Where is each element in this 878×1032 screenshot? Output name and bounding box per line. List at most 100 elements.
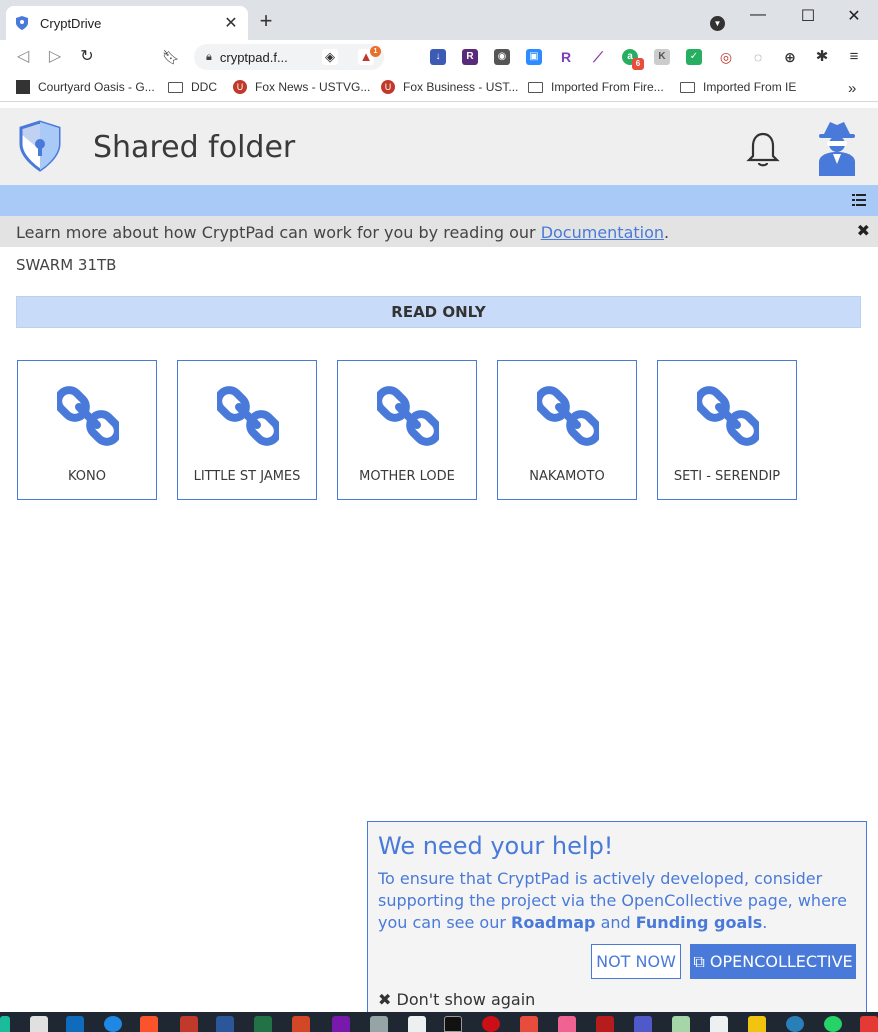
cryptpad-logo-icon[interactable] xyxy=(18,120,62,172)
word-icon[interactable] xyxy=(216,1016,234,1032)
bookmark-label: DDC xyxy=(191,80,217,94)
shared-link-tile[interactable]: SETI - SERENDIP xyxy=(657,360,797,500)
opera-icon[interactable] xyxy=(482,1016,500,1032)
external-link-icon: ⧉ xyxy=(693,952,710,971)
bookmark-label: Fox Business - UST... xyxy=(403,80,519,94)
not-now-button[interactable]: NOT NOW xyxy=(591,944,681,979)
tab-search-icon[interactable]: ▼ xyxy=(710,16,725,31)
app-icon[interactable] xyxy=(860,1016,878,1032)
close-icon[interactable]: ✖ xyxy=(857,221,870,241)
teams-icon[interactable] xyxy=(634,1016,652,1032)
bookmark-folder[interactable]: Imported From IE xyxy=(680,80,796,94)
address-bar[interactable]: 🔒︎ cryptpad.f... xyxy=(194,44,384,70)
r-purple-extension-icon[interactable]: R xyxy=(558,49,574,65)
ustvgo-icon: U xyxy=(381,80,395,94)
feather-extension-icon[interactable]: ⟋ xyxy=(590,49,606,65)
tile-label: MOTHER LODE xyxy=(359,469,455,484)
taskbar-app-icon[interactable] xyxy=(0,1016,10,1032)
cryptpad-favicon-icon xyxy=(16,16,28,30)
info-period: . xyxy=(664,223,670,242)
forward-icon[interactable]: ▷ xyxy=(44,46,66,68)
tab-close-icon[interactable]: ✕ xyxy=(222,13,240,33)
tile-label: KONO xyxy=(67,469,106,484)
folder-icon xyxy=(528,81,543,93)
excel-icon[interactable] xyxy=(254,1016,272,1032)
store-icon[interactable] xyxy=(30,1016,48,1032)
r-extension-icon[interactable]: R xyxy=(462,49,478,65)
app-icon[interactable] xyxy=(180,1016,198,1032)
shared-link-tile[interactable]: MOTHER LODE xyxy=(337,360,477,500)
shared-link-tile[interactable]: NAKAMOTO xyxy=(497,360,637,500)
breadcrumb[interactable]: SWARM 31TB xyxy=(16,256,116,274)
dont-show-label: Don't show again xyxy=(396,990,536,1009)
tab-title: CryptDrive xyxy=(40,15,102,31)
bookmarks-overflow-button[interactable]: » xyxy=(848,80,856,97)
tile-label: NAKAMOTO xyxy=(529,469,605,484)
bookmark-item[interactable]: Courtyard Oasis - G... xyxy=(16,80,155,94)
notifications-bell-icon[interactable] xyxy=(746,130,780,168)
shared-link-tile[interactable]: LITTLE ST JAMES xyxy=(177,360,317,500)
extension-icon[interactable]: ◉ xyxy=(494,49,510,65)
maximize-button[interactable]: ☐ xyxy=(796,6,820,26)
check-extension-icon[interactable]: ✓ xyxy=(686,49,702,65)
puzzle-extensions-icon[interactable]: ✱ xyxy=(814,49,830,65)
bookmark-favicon-icon xyxy=(16,80,30,94)
download-extension-icon[interactable]: ↓ xyxy=(430,49,446,65)
funding-goals-link[interactable]: Funding goals xyxy=(636,913,763,932)
user-avatar[interactable] xyxy=(816,120,858,176)
opencollective-button[interactable]: ⧉ OPENCOLLECTIVE xyxy=(690,944,856,979)
browser-tab-strip: CryptDrive ✕ + ▼ — ☐ ✕ xyxy=(0,0,878,40)
link-icon xyxy=(57,386,119,446)
bookmark-item[interactable]: U Fox Business - UST... xyxy=(381,80,518,94)
app-icon[interactable] xyxy=(748,1016,766,1032)
folder-icon xyxy=(168,81,183,93)
browser-tab[interactable]: CryptDrive ✕ xyxy=(6,6,248,40)
menu-icon[interactable]: ≡ xyxy=(846,49,862,65)
circle-extension-icon[interactable]: ◌ xyxy=(750,49,766,65)
shared-link-tile[interactable]: KONO xyxy=(17,360,157,500)
close-icon: ✖ xyxy=(378,990,397,1009)
app-icon[interactable] xyxy=(370,1016,388,1032)
reload-icon[interactable]: ↻ xyxy=(76,46,98,68)
windows-taskbar xyxy=(0,1012,878,1032)
app-icon[interactable] xyxy=(104,1016,122,1032)
app-icon[interactable] xyxy=(558,1016,576,1032)
pdf-icon[interactable] xyxy=(596,1016,614,1032)
outlook-icon[interactable] xyxy=(66,1016,84,1032)
app-icon[interactable] xyxy=(786,1016,804,1032)
bookmark-icon[interactable]: 🔖︎ xyxy=(160,46,182,68)
list-view-icon[interactable] xyxy=(852,194,866,206)
target-extension-icon[interactable]: ◎ xyxy=(718,49,734,65)
brave-icon[interactable] xyxy=(140,1016,158,1032)
link-icon xyxy=(217,386,279,446)
app-icon[interactable] xyxy=(520,1016,538,1032)
new-tab-button[interactable]: + xyxy=(256,10,276,32)
close-window-button[interactable]: ✕ xyxy=(842,6,866,26)
ustvgo-icon: U xyxy=(233,80,247,94)
roadmap-link[interactable]: Roadmap xyxy=(511,913,595,932)
brave-shield-icon[interactable]: ◈ xyxy=(322,49,338,65)
page-title: Shared folder xyxy=(93,130,296,165)
back-icon[interactable]: ◁ xyxy=(12,46,34,68)
whatsapp-icon[interactable] xyxy=(824,1016,842,1032)
search-extension-icon[interactable]: ⊕ xyxy=(782,49,798,65)
bookmark-item[interactable]: U Fox News - USTVG... xyxy=(233,80,370,94)
bookmark-folder[interactable]: DDC xyxy=(168,80,217,94)
tile-label: SETI - SERENDIP xyxy=(673,469,781,484)
zoom-extension-icon[interactable]: ▣ xyxy=(526,49,542,65)
powerpoint-icon[interactable] xyxy=(292,1016,310,1032)
app-header: Shared folder xyxy=(0,108,878,185)
app-icon[interactable] xyxy=(408,1016,426,1032)
url-text: cryptpad.f... xyxy=(219,49,288,65)
popup-text-period: . xyxy=(762,913,768,932)
app-icon[interactable] xyxy=(710,1016,728,1032)
k-extension-icon[interactable]: K xyxy=(654,49,670,65)
drive-toolbar xyxy=(0,185,878,216)
bookmark-folder[interactable]: Imported From Fire... xyxy=(528,80,664,94)
onenote-icon[interactable] xyxy=(332,1016,350,1032)
app-icon[interactable] xyxy=(672,1016,690,1032)
terminal-icon[interactable] xyxy=(444,1016,462,1032)
minimize-button[interactable]: — xyxy=(746,6,770,24)
dont-show-again-button[interactable]: ✖ Don't show again xyxy=(378,990,535,1009)
documentation-link[interactable]: Documentation xyxy=(541,223,664,242)
